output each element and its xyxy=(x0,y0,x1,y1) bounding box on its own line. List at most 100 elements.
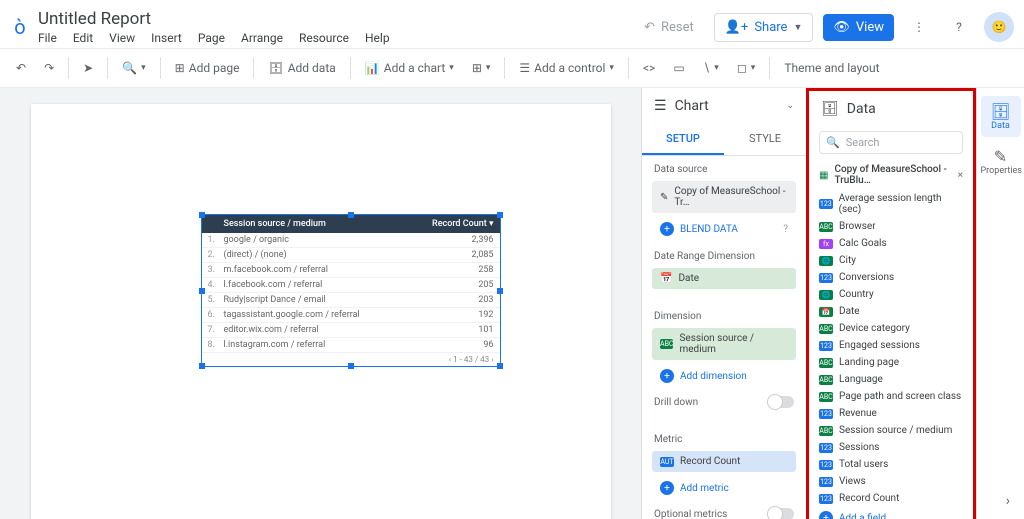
zoom-tool[interactable]: 🔍 ▾ xyxy=(116,57,151,79)
rail-properties[interactable]: ✎Properties xyxy=(981,141,1021,182)
field-row[interactable]: 123Average session length (sec) xyxy=(809,190,973,218)
field-row[interactable]: 123Sessions xyxy=(809,439,973,456)
report-page[interactable]: Session source / medium Record Count ▾ 1… xyxy=(31,104,611,519)
shape-button[interactable]: ◻ ▾ xyxy=(731,57,762,79)
redo-button[interactable]: ↷ xyxy=(38,57,60,79)
menu-arrange[interactable]: Arrange xyxy=(241,31,283,45)
menu-edit[interactable]: Edit xyxy=(73,31,93,45)
field-row[interactable]: ABCSession source / medium xyxy=(809,422,973,439)
table-row[interactable]: 1.google / organic2,396 xyxy=(202,233,500,248)
add-field-button[interactable]: + Add a field xyxy=(809,507,973,519)
drill-down-toggle[interactable] xyxy=(768,396,794,408)
add-control-button[interactable]: ☰ Add a control ▾ xyxy=(513,57,620,79)
dimension-chip[interactable]: ABC Session source / medium xyxy=(652,328,796,360)
table-row[interactable]: 3.m.facebook.com / referral258 xyxy=(202,263,500,278)
add-data-label: Add data xyxy=(288,61,336,75)
image-button[interactable]: ▭ xyxy=(667,57,690,79)
drill-down-label: Drill down xyxy=(654,397,698,408)
chart-dropdown-icon[interactable]: ⌄ xyxy=(786,101,794,111)
theme-button[interactable]: Theme and layout xyxy=(778,57,885,79)
field-row[interactable]: 123Views xyxy=(809,473,973,490)
app-logo: ò xyxy=(10,15,30,39)
add-data-button[interactable]: 🗄 Add data xyxy=(262,57,341,79)
blend-data-button[interactable]: + BLEND DATA ? xyxy=(652,217,796,241)
field-row[interactable]: ABCLanguage xyxy=(809,371,973,388)
table-row[interactable]: 7.editor.wix.com / referral101 xyxy=(202,323,500,338)
community-viz-button[interactable]: ⊞ ▾ xyxy=(466,57,497,79)
optional-metrics-label: Optional metrics xyxy=(654,509,727,519)
field-row[interactable]: ABCPage path and screen class xyxy=(809,388,973,405)
add-chart-button[interactable]: 📊 Add a chart ▾ xyxy=(359,57,460,79)
table-row[interactable]: 8.l.instagram.com / referral96 xyxy=(202,338,500,353)
dimension-label: Dimension xyxy=(642,303,806,326)
date-range-chip[interactable]: 📅 Date xyxy=(652,268,796,289)
add-page-button[interactable]: ⊞ Add page xyxy=(169,57,246,79)
reset-label: Reset xyxy=(661,20,694,35)
data-source-row[interactable]: ▦ Copy of MeasureSchool - TruBlu… × xyxy=(809,160,973,190)
menu-insert[interactable]: Insert xyxy=(151,31,182,45)
rail-data[interactable]: 🗄Data xyxy=(981,96,1021,137)
canvas[interactable]: Session source / medium Record Count ▾ 1… xyxy=(0,88,641,519)
tab-style[interactable]: STYLE xyxy=(724,124,806,155)
table-row[interactable]: 4.l.facebook.com / referral205 xyxy=(202,278,500,293)
field-row[interactable]: ABCLanding page xyxy=(809,354,973,371)
embed-button[interactable]: <> xyxy=(637,57,661,79)
chart-panel: ☰ Chart ⌄ SETUP STYLE Data source ✎ Copy … xyxy=(641,88,806,519)
menu-help[interactable]: Help xyxy=(365,31,390,45)
line-button[interactable]: ∖ ▾ xyxy=(697,57,725,79)
metric-chip[interactable]: AUT Record Count xyxy=(652,451,796,472)
close-icon[interactable]: × xyxy=(958,170,963,181)
expand-icon[interactable]: › xyxy=(1006,493,1010,509)
menu-file[interactable]: File xyxy=(38,31,57,45)
select-tool[interactable]: ➤ xyxy=(77,57,99,79)
share-label: Share xyxy=(754,20,787,35)
add-page-label: Add page xyxy=(189,61,240,75)
add-chart-label: Add a chart xyxy=(384,61,446,75)
metric-label: Metric xyxy=(642,426,806,449)
chart-type-icon[interactable]: ☰ xyxy=(654,98,667,114)
tab-setup[interactable]: SETUP xyxy=(642,124,724,155)
table-row[interactable]: 6.tagassistant.google.com / referral192 xyxy=(202,308,500,323)
undo-button[interactable]: ↶ xyxy=(10,57,32,79)
chart-panel-title: Chart xyxy=(675,98,709,114)
view-button[interactable]: 👁 View xyxy=(823,14,894,41)
field-row[interactable]: 123Record Count xyxy=(809,490,973,507)
data-source-chip[interactable]: ✎ Copy of MeasureSchool - Tr… xyxy=(652,181,796,213)
menu-resource[interactable]: Resource xyxy=(299,31,349,45)
data-source-label: Data source xyxy=(642,156,806,179)
data-panel-title: Data xyxy=(847,101,876,117)
col-header-dim: Session source / medium xyxy=(224,219,424,229)
field-row[interactable]: ABCBrowser xyxy=(809,218,973,235)
more-icon[interactable]: ⋮ xyxy=(904,12,934,42)
field-row[interactable]: 📅Date xyxy=(809,303,973,320)
add-dimension-button[interactable]: + Add dimension xyxy=(652,364,796,388)
search-input[interactable]: 🔍 Search xyxy=(819,131,963,154)
optional-metrics-toggle[interactable] xyxy=(768,508,794,519)
view-label: View xyxy=(856,20,884,35)
menu-page[interactable]: Page xyxy=(198,31,225,45)
field-row[interactable]: 123Engaged sessions xyxy=(809,337,973,354)
field-row[interactable]: 123Conversions xyxy=(809,269,973,286)
reset-button[interactable]: ↶ Reset xyxy=(634,14,704,41)
table-chart[interactable]: Session source / medium Record Count ▾ 1… xyxy=(201,214,501,367)
field-row[interactable]: 🌐City xyxy=(809,252,973,269)
right-rail: 🗄Data ✎Properties xyxy=(976,88,1024,519)
field-row[interactable]: 123Total users xyxy=(809,456,973,473)
share-button[interactable]: 👤+ Share ▼ xyxy=(714,13,814,42)
add-metric-button[interactable]: + Add metric xyxy=(652,476,796,500)
help-icon[interactable]: ? xyxy=(944,12,974,42)
add-control-label: Add a control xyxy=(534,61,605,75)
toolbar: ↶ ↷ ➤ 🔍 ▾ ⊞ Add page 🗄 Add data 📊 Add a … xyxy=(0,48,1024,88)
field-row[interactable]: 🌐Country xyxy=(809,286,973,303)
field-row[interactable]: fxCalc Goals xyxy=(809,235,973,252)
avatar[interactable]: 🙂 xyxy=(984,12,1014,42)
data-icon: 🗄 xyxy=(821,101,839,117)
table-row[interactable]: 5.Rudy|script Dance / email203 xyxy=(202,293,500,308)
doc-title[interactable]: Untitled Report xyxy=(38,9,390,29)
menu-view[interactable]: View xyxy=(109,31,135,45)
field-row[interactable]: 123Revenue xyxy=(809,405,973,422)
field-row[interactable]: ABCDevice category xyxy=(809,320,973,337)
table-row[interactable]: 2.(direct) / (none)2,085 xyxy=(202,248,500,263)
theme-label: Theme and layout xyxy=(784,61,879,75)
date-range-label: Date Range Dimension xyxy=(642,243,806,266)
